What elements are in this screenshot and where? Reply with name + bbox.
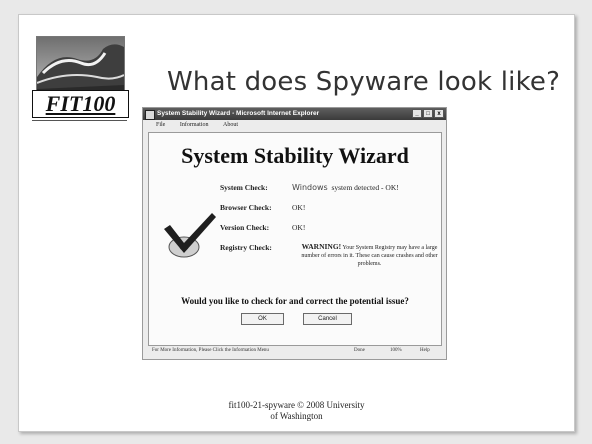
check-value: Windows system detected - OK! [292,183,399,192]
menu-about[interactable]: About [223,122,238,128]
fit100-logo: FIT100 [32,36,129,121]
close-button[interactable]: x [434,109,444,118]
browser-statusbar: For More Information, Please Click the I… [148,346,440,355]
check-value: OK! [292,223,306,232]
check-label: Version Check: [220,223,270,232]
slide-footer: fit100-21-spyware © 2008 University of W… [19,400,574,422]
wizard-title: System Stability Wizard [181,143,409,168]
wizard-question: Would you like to check for and correct … [181,296,409,306]
browser-titlebar: System Stability Wizard - Microsoft Inte… [143,108,446,120]
browser-menubar: File Information About [143,120,446,131]
ie-window-icon [145,110,155,120]
wizard-panel: System Stability Wizard System Check: Wi… [148,132,442,346]
ok-button[interactable]: OK [241,313,284,325]
menu-information[interactable]: Information [180,122,209,128]
cancel-button[interactable]: Cancel [303,313,352,325]
logo-text: FIT100 [32,90,129,118]
check-value: OK! [292,203,306,212]
footer-line-2: of Washington [270,411,323,421]
maximize-button[interactable]: □ [423,109,433,118]
browser-title: System Stability Wizard - Microsoft Inte… [157,110,320,117]
slide-title: What does Spyware look like? [167,67,561,97]
browser-window-screenshot: System Stability Wizard - Microsoft Inte… [142,107,447,360]
minimize-button[interactable]: _ [412,109,422,118]
menu-file[interactable]: File [156,122,165,128]
registry-warning: WARNING! Your System Registry may have a… [301,242,438,268]
logo-divider [32,120,127,121]
status-help[interactable]: Help [420,346,430,355]
status-done: Done [354,348,365,353]
status-zoom: 100% [390,348,402,353]
footer-line-1: fit100-21-spyware © 2008 University [228,400,365,410]
check-label: System Check: [220,183,268,192]
slide: FIT100 What does Spyware look like? Syst… [18,14,575,432]
check-label: Browser Check: [220,203,272,212]
wave-photo [36,36,125,94]
check-label: Registry Check: [220,243,272,252]
checkmark-disc-icon [162,211,222,264]
window-controls: _ □ x [412,109,444,118]
status-message: For More Information, Please Click the I… [152,348,269,353]
